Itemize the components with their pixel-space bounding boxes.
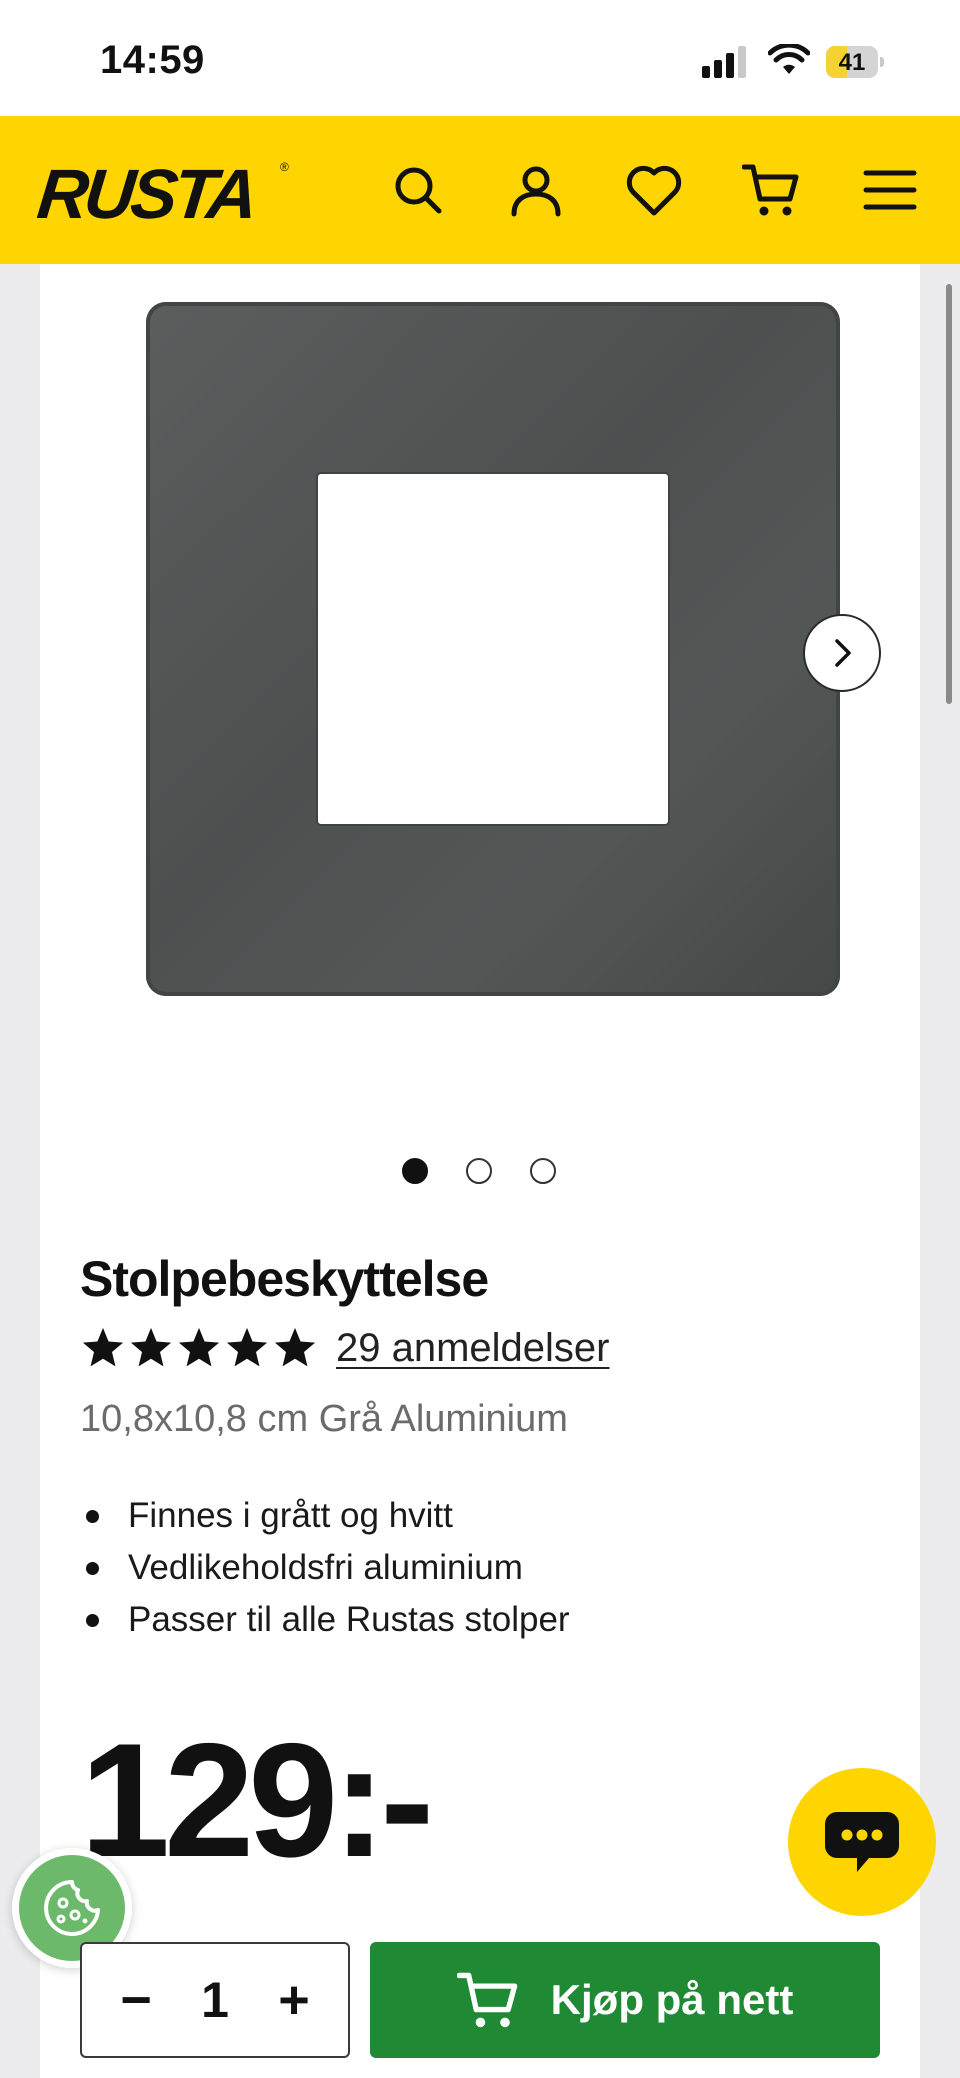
wifi-icon — [767, 42, 811, 78]
site-header: RUSTA ® — [0, 116, 960, 264]
gallery-dot[interactable] — [530, 1158, 556, 1184]
feature-item: Passer til alle Rustas stolper — [80, 1594, 570, 1646]
cart-icon — [456, 1972, 517, 2028]
product-price: 129:- — [80, 1710, 434, 1891]
star-icon — [82, 1327, 124, 1367]
battery-level: 41 — [838, 49, 866, 76]
feature-item: Vedlikeholdsfri aluminium — [80, 1542, 570, 1594]
signal-icon — [702, 46, 750, 78]
next-image-button[interactable] — [803, 614, 881, 692]
buy-online-label: Kjøp på nett — [550, 1976, 794, 2023]
reviews-link[interactable]: 29 anmeldelser — [336, 1326, 610, 1371]
quantity-value[interactable]: 1 — [201, 1971, 229, 2029]
product-title: Stolpebeskyttelse — [80, 1251, 489, 1307]
battery-icon: 41 — [826, 46, 884, 78]
status-time: 14:59 — [100, 38, 205, 82]
feature-item: Finnes i grått og hvitt — [80, 1490, 570, 1542]
chevron-right-icon — [835, 639, 851, 667]
increment-button[interactable]: + — [274, 1973, 314, 2027]
chat-button[interactable] — [788, 1768, 936, 1916]
cart-icon[interactable] — [738, 156, 806, 224]
star-rating — [80, 1325, 318, 1371]
product-image[interactable] — [146, 302, 840, 996]
feature-list: Finnes i grått og hvitt Vedlikeholdsfri … — [80, 1490, 570, 1646]
registered-mark: ® — [280, 160, 289, 174]
buy-online-button[interactable]: Kjøp på nett — [370, 1942, 880, 2058]
menu-icon[interactable] — [856, 156, 924, 224]
gallery-dot[interactable] — [402, 1158, 428, 1184]
star-icon — [130, 1327, 172, 1367]
chat-icon — [825, 1812, 899, 1872]
rating-row: 29 anmeldelser — [80, 1322, 610, 1374]
product-image-cutout — [318, 474, 668, 824]
star-icon — [226, 1327, 268, 1367]
quantity-stepper: − 1 + — [80, 1942, 350, 2058]
account-icon[interactable] — [502, 156, 570, 224]
heart-icon[interactable] — [620, 156, 688, 224]
scrollbar[interactable] — [946, 284, 952, 704]
cookie-icon — [44, 1880, 100, 1936]
product-variant: 10,8x10,8 cm Grå Aluminium — [80, 1398, 568, 1440]
gallery-dot[interactable] — [466, 1158, 492, 1184]
star-icon — [274, 1327, 316, 1367]
decrement-button[interactable]: − — [116, 1973, 156, 2027]
star-icon — [178, 1327, 220, 1367]
gallery-dots — [402, 1158, 556, 1184]
status-bar: 14:59 41 — [0, 0, 960, 116]
search-icon[interactable] — [384, 156, 452, 224]
rusta-logo[interactable]: RUSTA — [34, 154, 258, 234]
